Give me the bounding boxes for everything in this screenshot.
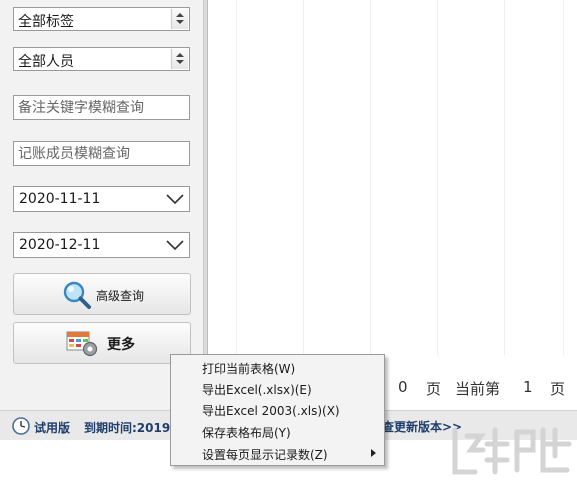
trial-label: 试用版	[34, 421, 71, 435]
grid-column-divider	[303, 0, 304, 355]
submenu-arrow-icon	[371, 449, 376, 457]
magnifier-icon	[63, 281, 91, 309]
clock-icon	[12, 417, 30, 435]
tag-select[interactable]: 全部标签	[13, 7, 190, 31]
menu-item-label: 打印当前表格(W)	[202, 362, 296, 376]
more-button[interactable]: 更多	[13, 322, 191, 364]
member-search-input[interactable]	[14, 142, 189, 165]
person-select-spin-button[interactable]	[171, 49, 188, 69]
person-select-value: 全部人员	[18, 54, 74, 70]
page-unit: 页	[426, 380, 442, 398]
grid-column-divider	[437, 0, 438, 355]
end-date-value: 2020-12-11	[19, 237, 101, 253]
expire-label: 到期时间:2019-	[84, 421, 176, 435]
person-select[interactable]: 全部人员	[13, 47, 190, 71]
current-page: 1	[523, 378, 533, 396]
menu-item-export-xls[interactable]: 导出Excel 2003(.xls)(X)	[171, 399, 384, 420]
tag-select-spin-button[interactable]	[171, 9, 188, 29]
menu-item-label: 导出Excel 2003(.xls)(X)	[202, 404, 340, 418]
menu-item-page-size[interactable]: 设置每页显示记录数(Z)	[171, 443, 384, 464]
grid-column-divider	[504, 0, 505, 355]
menu-item-export-xlsx[interactable]: 导出Excel(.xlsx)(E)	[171, 378, 384, 399]
menu-item-label: 设置每页显示记录数(Z)	[202, 448, 328, 462]
chevron-down-icon[interactable]	[165, 193, 185, 205]
chevron-down-icon[interactable]	[165, 239, 185, 251]
menu-item-label: 导出Excel(.xlsx)(E)	[202, 383, 312, 397]
menu-item-print[interactable]: 打印当前表格(W)	[171, 357, 384, 378]
watermark-logo	[452, 427, 572, 475]
table-gear-icon	[66, 331, 98, 357]
menu-item-save-layout[interactable]: 保存表格布局(Y)	[171, 421, 384, 442]
start-date-value: 2020-11-11	[19, 191, 101, 207]
more-context-menu: 打印当前表格(W) 导出Excel(.xlsx)(E) 导出Excel 2003…	[170, 354, 385, 466]
total-pages: 0	[398, 378, 408, 396]
menu-item-label: 保存表格布局(Y)	[202, 426, 291, 440]
current-page-label: 当前第	[455, 380, 501, 398]
filter-panel: 全部标签 全部人员 2020-11-11 2020-12-11 高级查询	[0, 0, 203, 410]
start-date-picker[interactable]: 2020-11-11	[13, 186, 190, 212]
remark-search-input[interactable]	[14, 96, 189, 119]
tag-select-value: 全部标签	[18, 14, 74, 30]
grid-column-divider	[370, 0, 371, 355]
data-grid[interactable]	[208, 0, 577, 355]
end-date-picker[interactable]: 2020-12-11	[13, 232, 190, 258]
member-search-field[interactable]	[13, 141, 190, 166]
advanced-query-label: 高级查询	[96, 289, 145, 303]
grid-column-divider	[236, 0, 237, 355]
remark-search-field[interactable]	[13, 95, 190, 120]
advanced-query-button[interactable]: 高级查询	[13, 273, 191, 315]
more-label: 更多	[107, 337, 135, 353]
page-unit-2: 页	[550, 380, 566, 398]
grid-column-divider	[563, 0, 564, 355]
